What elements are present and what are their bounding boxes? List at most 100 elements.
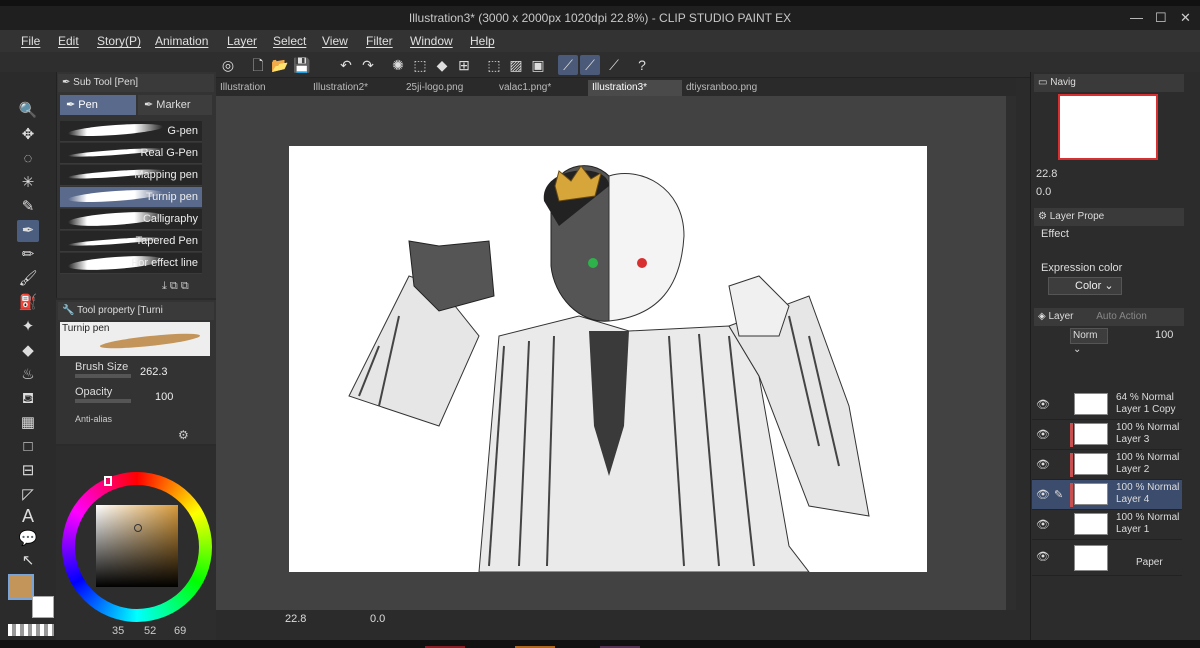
brush-item[interactable]: Turnip pen	[60, 187, 202, 208]
brush-item[interactable]: Calligraphy	[60, 209, 202, 230]
brush-label: For effect line	[131, 257, 198, 269]
color-value-s: 52	[144, 625, 157, 637]
menu-animation[interactable]: Animation	[155, 34, 208, 48]
angle-value[interactable]: 0.0	[370, 613, 385, 625]
pencil-icon[interactable]: ✏	[17, 244, 39, 266]
group-pen-tab[interactable]: ✒ Pen	[60, 95, 136, 115]
zoom-value[interactable]: 22.8	[285, 613, 306, 625]
navigator-zoom[interactable]: 22.8	[1036, 168, 1057, 180]
color-cursor[interactable]	[134, 524, 142, 532]
lasso-icon[interactable]: ◌	[17, 148, 39, 170]
eye-icon[interactable]: 👁	[1036, 458, 1050, 471]
navigator-preview[interactable]	[1058, 94, 1158, 160]
eye-icon[interactable]: 👁	[1036, 518, 1050, 531]
eye-icon[interactable]: 👁	[1036, 398, 1050, 411]
tab-illustration3[interactable]: Illustration3*	[588, 80, 682, 96]
menu-file[interactable]: File	[21, 34, 40, 48]
snap-ruler-icon[interactable]: ⟋	[558, 55, 578, 75]
subtool-footer-icons[interactable]: ⤓ ⧉ ⧉	[162, 280, 189, 293]
menu-select[interactable]: Select	[273, 34, 306, 48]
transform-icon[interactable]: ⊞	[454, 55, 474, 75]
fill-icon[interactable]: ◆	[432, 55, 452, 75]
text-icon[interactable]: A	[17, 505, 39, 527]
blend-icon[interactable]: ♨	[17, 364, 39, 386]
eraser-icon[interactable]: ◆	[17, 340, 39, 362]
menu-edit[interactable]: Edit	[58, 34, 79, 48]
gradient-icon[interactable]: ▦	[17, 412, 39, 434]
eye-icon[interactable]: 👁	[1036, 428, 1050, 441]
new-file-icon[interactable]: 🗋	[248, 55, 268, 75]
menu-filter[interactable]: Filter	[366, 34, 393, 48]
show-selection-icon[interactable]: ▣	[528, 55, 548, 75]
tab-valac1[interactable]: valac1.png*	[495, 80, 585, 96]
opacity-value[interactable]: 100	[155, 391, 173, 403]
settings-icon[interactable]: ⚙	[178, 428, 189, 442]
magic-wand-icon[interactable]: ✳	[17, 172, 39, 194]
vertical-scrollbar[interactable]	[1006, 96, 1016, 610]
navigator-rotate[interactable]: 0.0	[1036, 186, 1051, 198]
brush-size-value[interactable]: 262.3	[140, 366, 168, 378]
invert-selection-icon[interactable]: ▨	[506, 55, 526, 75]
brush-item[interactable]: For effect line	[60, 253, 202, 274]
clear-icon[interactable]: ⬚	[410, 55, 430, 75]
zoom-icon[interactable]: 🔍	[17, 100, 39, 122]
companion-mode-icon[interactable]: ?	[632, 55, 652, 75]
blend-mode-dropdown[interactable]: Norm ⌄	[1070, 328, 1108, 355]
transparent-color-swatch[interactable]	[8, 624, 54, 636]
maximize-button[interactable]: ☐	[1155, 10, 1167, 26]
brush-icon[interactable]: 🖌	[17, 268, 39, 290]
minimize-button[interactable]: —	[1130, 10, 1143, 25]
decoration-icon[interactable]: ✦	[17, 316, 39, 338]
group-marker-tab[interactable]: ✒ Marker	[138, 95, 212, 115]
layer-thumbnail	[1074, 423, 1108, 445]
move-icon[interactable]: ✥	[17, 124, 39, 146]
airbrush-icon[interactable]: ⛽	[17, 292, 39, 314]
layer-color-bar	[1070, 423, 1073, 447]
tab-illustration2[interactable]: Illustration2*	[309, 80, 399, 96]
open-folder-icon[interactable]: 📂	[270, 55, 290, 75]
layer-opacity-value[interactable]: 100	[1155, 329, 1173, 341]
menu-layer[interactable]: Layer	[227, 34, 257, 48]
opacity-slider[interactable]	[75, 399, 131, 403]
menu-view[interactable]: View	[322, 34, 348, 48]
hue-cursor[interactable]	[104, 476, 112, 486]
frame-border-icon[interactable]: ⊟	[17, 460, 39, 482]
snap-special-ruler-icon[interactable]: ⟋	[580, 55, 600, 75]
eyedropper-icon[interactable]: ✎	[17, 196, 39, 218]
balloon-icon[interactable]: 💬	[17, 528, 39, 550]
clip-studio-icon[interactable]: ◎	[218, 55, 238, 75]
saturation-box[interactable]	[96, 505, 178, 587]
deselect-icon[interactable]: ⬚	[484, 55, 504, 75]
brush-size-slider[interactable]	[75, 374, 131, 378]
tab-illustration[interactable]: Illustration	[216, 80, 306, 96]
correct-line-icon[interactable]: ↖	[17, 550, 39, 572]
figure-icon[interactable]: □	[17, 436, 39, 458]
close-button[interactable]: ✕	[1180, 10, 1191, 26]
brush-item[interactable]: Tapered Pen	[60, 231, 202, 252]
pen-tool-icon[interactable]: ✒	[17, 220, 39, 242]
expression-color-dropdown[interactable]: Color ⌄	[1048, 277, 1122, 295]
loading-icon[interactable]: ✺	[388, 55, 408, 75]
menu-window[interactable]: Window	[410, 34, 453, 48]
snap-grid-icon[interactable]: ⟋	[604, 55, 624, 75]
eye-icon[interactable]: 👁	[1036, 550, 1050, 563]
save-icon[interactable]: 💾	[292, 55, 312, 75]
layer-thumbnail	[1074, 545, 1108, 571]
redo-icon[interactable]: ↷	[358, 55, 378, 75]
tab-dtiysranboo[interactable]: dtiysranboo.png	[682, 80, 772, 96]
undo-icon[interactable]: ↶	[336, 55, 356, 75]
menu-story[interactable]: Story(P)	[97, 34, 141, 48]
brush-item[interactable]: G-pen	[60, 121, 202, 142]
tab-25ji-logo[interactable]: 25ji-logo.png	[402, 80, 492, 96]
ruler-icon[interactable]: ◸	[17, 484, 39, 506]
navigator-icon: ▭	[1038, 77, 1051, 88]
eye-icon[interactable]: 👁	[1036, 488, 1050, 501]
menu-help[interactable]: Help	[470, 34, 495, 48]
drawing-canvas[interactable]	[289, 146, 927, 573]
fill-bucket-icon[interactable]: ⛾	[17, 388, 39, 410]
sub-color-swatch[interactable]	[32, 596, 54, 618]
main-color-swatch[interactable]	[8, 574, 34, 600]
brush-item[interactable]: Real G-Pen	[60, 143, 202, 164]
layer-thumbnail	[1074, 393, 1108, 415]
brush-item[interactable]: Mapping pen	[60, 165, 202, 186]
